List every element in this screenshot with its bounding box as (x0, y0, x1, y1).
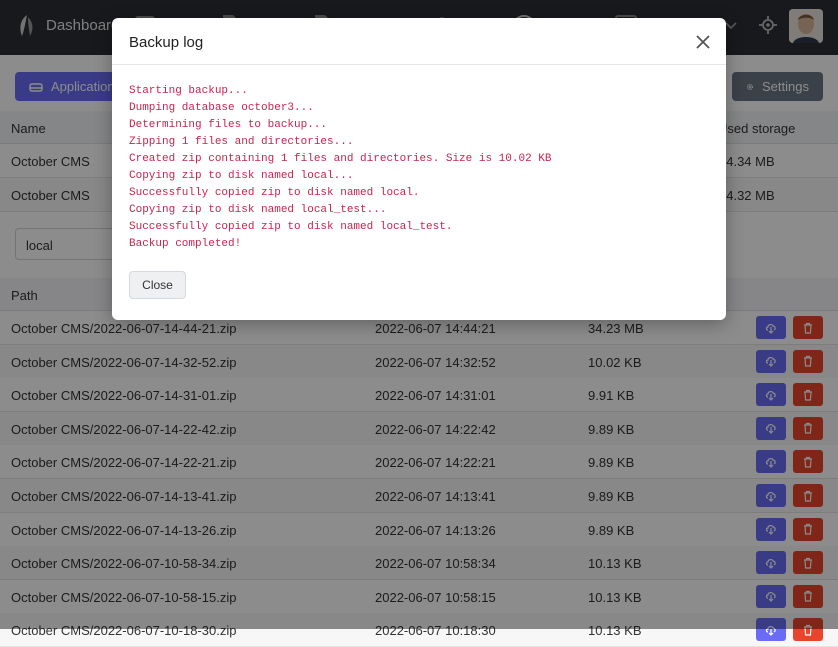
backup-log-modal: Backup log Starting backup... Dumping dat… (112, 18, 726, 320)
log-line: Copying zip to disk named local_test... (129, 204, 387, 216)
log-line: Successfully copied zip to disk named lo… (129, 187, 420, 199)
log-line: Starting backup... (129, 85, 248, 97)
log-line: Determining files to backup... (129, 119, 328, 131)
modal-title: Backup log (129, 34, 204, 51)
log-line: Zipping 1 files and directories... (129, 136, 354, 148)
close-icon[interactable] (695, 34, 711, 50)
log-line: Created zip containing 1 files and direc… (129, 153, 552, 165)
log-line: Dumping database october3... (129, 102, 314, 114)
backup-log-output: Starting backup... Dumping database octob… (129, 83, 551, 253)
log-line: Copying zip to disk named local... (129, 170, 354, 182)
log-line: Backup completed! (129, 238, 242, 250)
close-button[interactable]: Close (129, 271, 186, 299)
log-line: Successfully copied zip to disk named lo… (129, 221, 453, 233)
modal-divider (112, 64, 726, 65)
